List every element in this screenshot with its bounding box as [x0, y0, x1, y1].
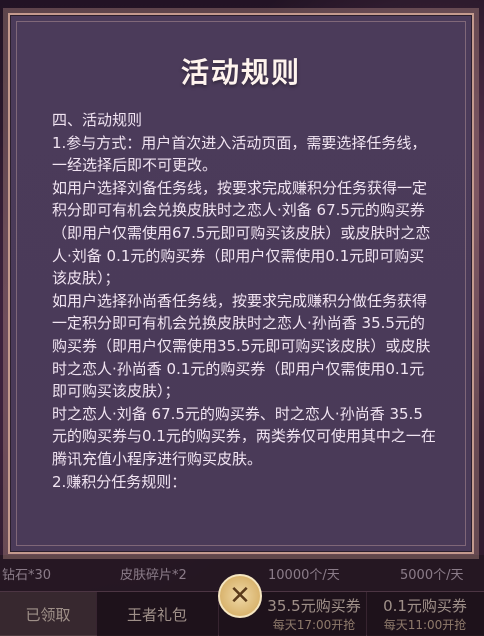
modal-title: 活动规则: [180, 56, 301, 89]
rules-content[interactable]: 四、活动规则 1.参与方式：用户首次进入活动页面，需要选择任务线，一经选择后即不…: [52, 109, 436, 552]
rules-paragraph: 时之恋人·刘备 67.5元的购买券、时之恋人·孙尚香 35.5元的购买券与0.1…: [52, 404, 436, 468]
rules-paragraph: 1.参与方式：用户首次进入活动页面，需要选择任务线，一经选择后即不可更改。: [52, 133, 427, 175]
rules-heading: 四、活动规则: [52, 111, 143, 129]
close-x-icon: ✕: [229, 581, 251, 611]
rules-paragraph: 如用户选择刘备任务线，按要求完成赚积分任务获得一定积分即可有机会兑换皮肤时之恋人…: [52, 178, 431, 288]
close-button[interactable]: ✕: [218, 574, 262, 618]
rules-paragraph: 2.赚积分任务规则：: [52, 472, 187, 491]
rules-paragraph: 如用户选择孙尚香任务线，按要求完成赚积分做任务获得一定积分即可有机会兑换皮肤时之…: [52, 291, 431, 401]
rules-modal: 活动规则 四、活动规则 1.参与方式：用户首次进入活动页面，需要选择任务线，一经…: [8, 13, 474, 554]
